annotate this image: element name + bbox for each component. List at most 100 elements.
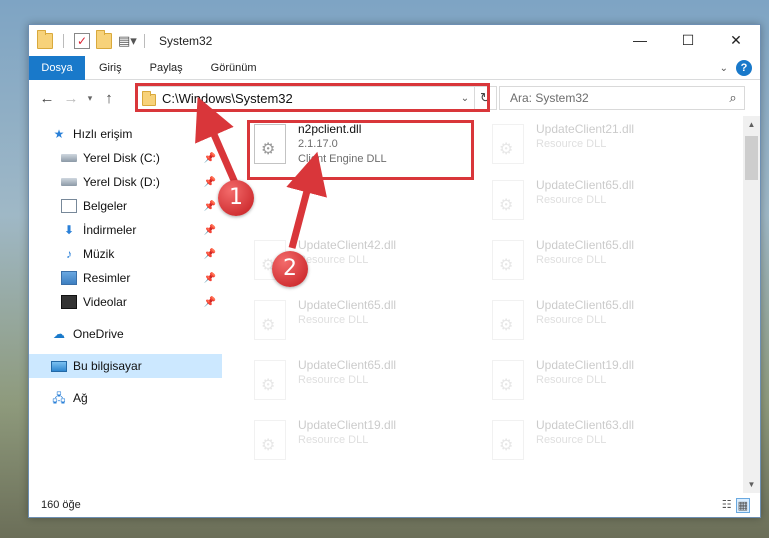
file-name: UpdateClient65.dll <box>298 358 397 372</box>
pin-icon[interactable]: 📌 <box>204 201 216 212</box>
step-badge-1: 1 <box>218 180 254 216</box>
vertical-scrollbar[interactable]: ▲ ▼ <box>743 116 760 493</box>
nav-item-pictures[interactable]: Resimler 📌 <box>29 266 222 290</box>
back-arrow-icon[interactable]: ← <box>35 90 59 107</box>
nav-item-videos[interactable]: Videolar 📌 <box>29 290 222 314</box>
maximize-button[interactable]: ☐ <box>664 25 712 55</box>
document-icon <box>61 199 77 213</box>
properties-check-icon[interactable]: ✓ <box>74 32 90 49</box>
pin-icon[interactable]: 📌 <box>204 273 216 284</box>
file-description: Resource DLL <box>536 314 607 326</box>
dll-file-icon <box>492 420 524 460</box>
file-name: UpdateClient65.dll <box>536 238 635 252</box>
tiles-view-icon[interactable]: ▦ <box>735 497 750 513</box>
nav-item-label: Bu bilgisayar <box>73 359 142 373</box>
pin-icon[interactable]: 📌 <box>204 153 216 164</box>
nav-item-documents[interactable]: Belgeler 📌 <box>29 194 222 218</box>
nav-item-label: Müzik <box>83 247 115 261</box>
nav-item-label: Videolar <box>83 295 127 309</box>
dll-file-icon <box>254 360 286 400</box>
help-icon[interactable]: ? <box>736 60 752 76</box>
tab-home[interactable]: Giriş <box>85 56 136 80</box>
step-badge-2: 2 <box>272 251 308 287</box>
tab-share[interactable]: Paylaş <box>136 56 197 80</box>
minimize-button[interactable]: — <box>616 25 664 55</box>
nav-item-disk-d[interactable]: Yerel Disk (D:) 📌 <box>29 170 222 194</box>
ribbon-tabs: Dosya Giriş Paylaş Görünüm ⌄ ? <box>29 55 760 80</box>
download-icon: ⬇ <box>63 223 75 237</box>
window-controls: — ☐ ✕ <box>616 25 760 55</box>
nav-item-label: Ağ <box>73 391 88 405</box>
pin-icon[interactable]: 📌 <box>204 249 216 260</box>
file-name: UpdateClient21.dll <box>536 122 635 136</box>
dll-file-icon <box>254 420 286 460</box>
file-item[interactable]: UpdateClient65.dll Resource DLL <box>250 296 474 352</box>
computer-icon <box>51 360 67 372</box>
file-description: Resource DLL <box>298 374 369 386</box>
pin-icon[interactable]: 📌 <box>204 177 216 188</box>
search-input[interactable] <box>510 91 722 105</box>
disk-icon <box>61 154 77 162</box>
pin-icon[interactable]: 📌 <box>204 225 216 236</box>
file-description: Resource DLL <box>298 254 369 266</box>
tab-view[interactable]: Görünüm <box>197 56 271 80</box>
file-item[interactable]: UpdateClient65.dll Resource DLL <box>488 176 712 232</box>
nav-item-quick-access[interactable]: ★ Hızlı erişim <box>29 122 222 146</box>
up-arrow-icon[interactable]: ↑ <box>97 90 121 107</box>
status-bar: 160 öğe ☷ ▦ <box>29 493 760 517</box>
cloud-icon: ☁ <box>53 327 65 341</box>
recent-locations-chevron-icon[interactable]: ▾ <box>83 93 97 104</box>
file-item[interactable]: UpdateClient63.dll Resource DLL <box>488 416 712 472</box>
file-name: UpdateClient65.dll <box>298 298 397 312</box>
search-icon[interactable]: ⌕ <box>722 90 744 106</box>
file-item[interactable]: UpdateClient19.dll Resource DLL <box>488 356 712 412</box>
file-item[interactable]: UpdateClient19.dll Resource DLL <box>250 416 474 472</box>
scroll-up-icon[interactable]: ▲ <box>743 116 760 133</box>
customize-toolbar-icon[interactable]: ▤▾ <box>118 33 137 49</box>
nav-item-label: İndirmeler <box>83 223 137 237</box>
scroll-down-icon[interactable]: ▼ <box>743 476 760 493</box>
search-box[interactable]: ⌕ <box>499 86 745 110</box>
scrollbar-thumb[interactable] <box>745 136 758 180</box>
navigation-pane: ★ Hızlı erişim Yerel Disk (C:) 📌 Yerel D… <box>29 116 222 493</box>
folder-icon[interactable] <box>37 29 53 49</box>
nav-item-label: Resimler <box>83 271 131 285</box>
file-name: UpdateClient19.dll <box>536 358 635 372</box>
window-title: System32 <box>159 33 213 48</box>
title-bar: ✓ ▤▾ System32 — ☐ ✕ <box>29 25 760 56</box>
file-item[interactable]: UpdateClient65.dll Resource DLL <box>488 236 712 292</box>
nav-item-label: Belgeler <box>83 199 128 213</box>
file-item[interactable]: UpdateClient65.dll Resource DLL <box>488 296 712 352</box>
divider <box>144 33 145 48</box>
dll-file-icon <box>492 124 524 164</box>
nav-item-label: OneDrive <box>73 327 124 341</box>
file-item[interactable]: UpdateClient21.dll Resource DLL <box>488 120 712 176</box>
nav-item-downloads[interactable]: ⬇ İndirmeler 📌 <box>29 218 222 242</box>
video-icon <box>61 295 77 309</box>
nav-item-onedrive[interactable]: ☁ OneDrive <box>29 322 222 346</box>
music-icon: ♪ <box>66 247 72 261</box>
expand-ribbon-icon[interactable]: ⌄ <box>720 63 728 74</box>
dll-file-icon <box>492 180 524 220</box>
file-description: Resource DLL <box>536 374 607 386</box>
nav-item-disk-c[interactable]: Yerel Disk (C:) 📌 <box>29 146 222 170</box>
file-item[interactable]: UpdateClient65.dll Resource DLL <box>250 356 474 412</box>
close-button[interactable]: ✕ <box>712 25 760 55</box>
pin-icon[interactable]: 📌 <box>204 297 216 308</box>
nav-item-music[interactable]: ♪ Müzik 📌 <box>29 242 222 266</box>
new-folder-icon[interactable] <box>96 29 112 49</box>
file-description: Resource DLL <box>536 434 607 446</box>
file-description: Resource DLL <box>536 138 607 150</box>
details-view-icon[interactable]: ☷ <box>722 498 732 513</box>
tab-file[interactable]: Dosya <box>29 55 85 80</box>
nav-item-this-pc[interactable]: Bu bilgisayar <box>29 354 222 378</box>
view-toggles: ☷ ▦ <box>722 497 750 513</box>
dll-file-icon <box>492 360 524 400</box>
file-description: Resource DLL <box>298 434 369 446</box>
ribbon-right: ⌄ ? <box>720 60 752 76</box>
forward-arrow-icon[interactable]: → <box>59 90 83 107</box>
address-highlight-box <box>135 83 490 112</box>
nav-item-network[interactable]: 🖧 Ağ <box>29 386 222 410</box>
nav-item-label: Hızlı erişim <box>73 127 133 141</box>
file-name: UpdateClient65.dll <box>536 178 635 192</box>
